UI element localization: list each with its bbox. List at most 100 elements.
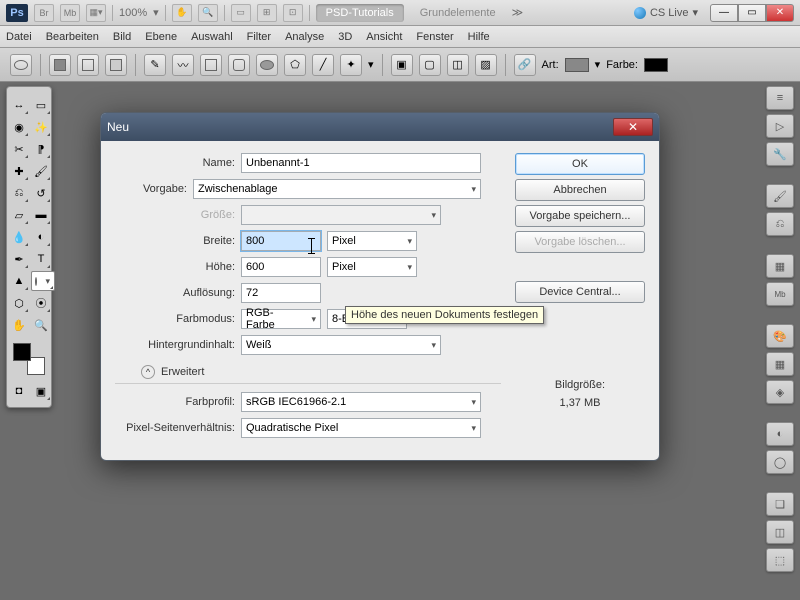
swatches-panel-icon[interactable]: ▦ <box>766 352 794 376</box>
pathop-icon[interactable]: ◫ <box>447 54 469 76</box>
menu-ebene[interactable]: Ebene <box>145 31 177 43</box>
pixelaspect-select[interactable]: Quadratische Pixel <box>241 418 481 438</box>
paths-panel-icon[interactable]: ⬚ <box>766 548 794 572</box>
cancel-button[interactable]: Abbrechen <box>515 179 645 201</box>
menu-filter[interactable]: Filter <box>247 31 271 43</box>
pen-icon[interactable]: ✎ <box>144 54 166 76</box>
masks-panel-icon[interactable]: ◯ <box>766 450 794 474</box>
marquee-tool-icon[interactable]: ▭ <box>31 95 51 115</box>
device-central-button[interactable]: Device Central... <box>515 281 645 303</box>
type-tool-icon[interactable]: T <box>31 249 51 269</box>
toolpresets-panel-icon[interactable]: 🔧 <box>766 142 794 166</box>
eraser-tool-icon[interactable]: ▱ <box>9 205 29 225</box>
bridge-button[interactable]: Br <box>34 4 54 22</box>
paths-icon[interactable] <box>77 54 99 76</box>
color-swatch[interactable] <box>644 58 668 72</box>
colorprofile-select[interactable]: sRGB IEC61966-2.1 <box>241 392 481 412</box>
workspace-tab[interactable]: Grundelemente <box>410 4 506 22</box>
menu-ansicht[interactable]: Ansicht <box>366 31 402 43</box>
rulers-icon[interactable]: ▭ <box>231 4 251 22</box>
layers-panel-icon[interactable]: ❏ <box>766 492 794 516</box>
rectangle-icon[interactable] <box>200 54 222 76</box>
grid-icon[interactable]: ⊡ <box>283 4 303 22</box>
height-unit-select[interactable]: Pixel <box>327 257 417 277</box>
dialog-titlebar[interactable]: Neu ✕ <box>101 113 659 141</box>
dialog-close-button[interactable]: ✕ <box>613 118 653 136</box>
layout-button[interactable]: ▦▾ <box>86 4 106 22</box>
menu-auswahl[interactable]: Auswahl <box>191 31 233 43</box>
menu-bild[interactable]: Bild <box>113 31 131 43</box>
pathop-icon[interactable]: ▢ <box>419 54 441 76</box>
custom-shape-icon[interactable]: ✦ <box>340 54 362 76</box>
path-select-icon[interactable]: ▲ <box>9 271 29 291</box>
ellipse-icon[interactable] <box>256 54 278 76</box>
cs-live-button[interactable]: CS Live▾ <box>634 6 698 19</box>
rounded-rect-icon[interactable] <box>228 54 250 76</box>
polygon-icon[interactable]: ⬠ <box>284 54 306 76</box>
style-swatch[interactable] <box>565 58 589 72</box>
tool-preset-button[interactable] <box>10 54 32 76</box>
close-button[interactable]: ✕ <box>766 4 794 22</box>
minibridge-panel-icon[interactable]: Mb <box>766 282 794 306</box>
eyedropper-tool-icon[interactable]: ⁋ <box>31 139 51 159</box>
workspace-more-icon[interactable]: ≫ <box>512 6 524 19</box>
options-more-icon[interactable]: ▾ <box>368 58 374 71</box>
channels-panel-icon[interactable]: ◫ <box>766 520 794 544</box>
width-unit-select[interactable]: Pixel <box>327 231 417 251</box>
screenmode-icon[interactable]: ▣ <box>31 381 51 401</box>
ok-button[interactable]: OK <box>515 153 645 175</box>
zoom-icon[interactable]: 🔍 <box>198 4 218 22</box>
history-brush-icon[interactable]: ↺ <box>31 183 51 203</box>
save-preset-button[interactable]: Vorgabe speichern... <box>515 205 645 227</box>
shape-layers-icon[interactable] <box>49 54 71 76</box>
advanced-toggle[interactable]: ^ Erweitert <box>141 365 501 379</box>
pen-tool-icon[interactable]: ✒ <box>9 249 29 269</box>
zoom-tool-icon[interactable]: 🔍 <box>31 315 51 335</box>
preset-select[interactable]: Zwischenablage <box>193 179 481 199</box>
brush-tool-icon[interactable]: 🖌 <box>31 161 51 181</box>
height-input[interactable] <box>241 257 321 277</box>
stamp-tool-icon[interactable]: ⎌ <box>9 183 29 203</box>
color-panel-icon[interactable]: 🎨 <box>766 324 794 348</box>
hand-tool-icon[interactable]: ✋ <box>9 315 29 335</box>
workspace-tab-active[interactable]: PSD-Tutorials <box>316 4 404 22</box>
actions-panel-icon[interactable]: ▷ <box>766 114 794 138</box>
width-input[interactable] <box>241 231 321 251</box>
lasso-tool-icon[interactable]: ◉ <box>9 117 29 137</box>
guides-icon[interactable]: ⊞ <box>257 4 277 22</box>
crop-tool-icon[interactable]: ✂ <box>9 139 29 159</box>
menu-datei[interactable]: Datei <box>6 31 32 43</box>
quickmask-icon[interactable]: ◘ <box>9 381 29 401</box>
pathop-icon[interactable]: ▣ <box>391 54 413 76</box>
menu-analyse[interactable]: Analyse <box>285 31 324 43</box>
minibridge-button[interactable]: Mb <box>60 4 80 22</box>
menu-3d[interactable]: 3D <box>338 31 352 43</box>
3d-camera-icon[interactable]: ⦿ <box>31 293 51 313</box>
color-picker[interactable] <box>11 341 47 377</box>
wand-tool-icon[interactable]: ✨ <box>31 117 51 137</box>
name-input[interactable] <box>241 153 481 173</box>
fg-color-swatch[interactable] <box>13 343 31 361</box>
history-panel-icon[interactable]: ≡ <box>766 86 794 110</box>
brush-panel-icon[interactable]: 🖌 <box>766 184 794 208</box>
resolution-input[interactable] <box>241 283 321 303</box>
adjustments-panel-icon[interactable]: ◐ <box>766 422 794 446</box>
fill-pixels-icon[interactable] <box>105 54 127 76</box>
line-icon[interactable]: ╱ <box>312 54 334 76</box>
menu-bearbeiten[interactable]: Bearbeiten <box>46 31 99 43</box>
layercomps-panel-icon[interactable]: ▦ <box>766 254 794 278</box>
shape-tool-icon[interactable] <box>31 271 55 291</box>
ps-logo-icon[interactable]: Ps <box>6 4 28 22</box>
clone-panel-icon[interactable]: ⎌ <box>766 212 794 236</box>
menu-fenster[interactable]: Fenster <box>416 31 453 43</box>
link-icon[interactable]: 🔗 <box>514 54 536 76</box>
freeform-pen-icon[interactable]: 〰 <box>172 54 194 76</box>
colormode-select[interactable]: RGB-Farbe <box>241 309 321 329</box>
maximize-button[interactable]: ▭ <box>738 4 766 22</box>
styles-panel-icon[interactable]: ◈ <box>766 380 794 404</box>
menu-hilfe[interactable]: Hilfe <box>468 31 490 43</box>
background-select[interactable]: Weiß <box>241 335 441 355</box>
gradient-tool-icon[interactable]: ▬ <box>31 205 51 225</box>
3d-tool-icon[interactable]: ⬡ <box>9 293 29 313</box>
pathop-icon[interactable]: ▨ <box>475 54 497 76</box>
